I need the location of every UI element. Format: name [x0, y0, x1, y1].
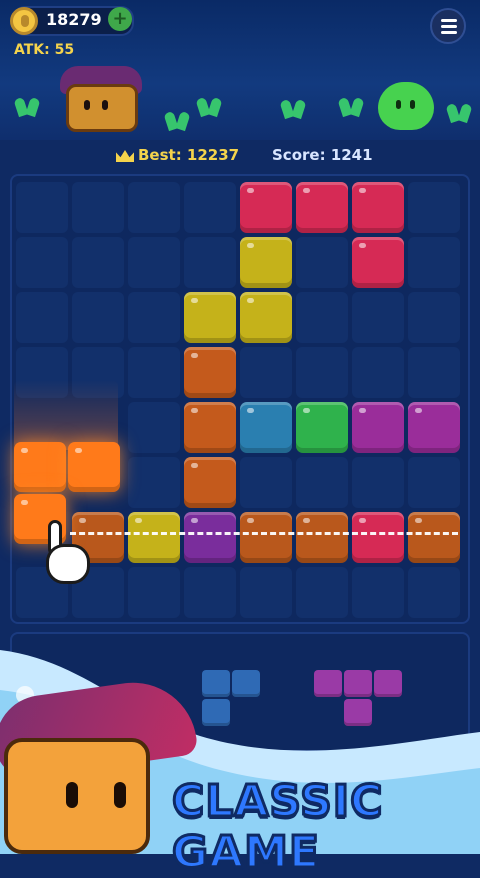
pointer-hand-icon: [38, 520, 94, 590]
block-red: [352, 182, 404, 233]
mode-title: CLASSIC GAME: [171, 775, 384, 878]
top-banner: 18279 + ATK: 55: [0, 0, 480, 140]
dragged-piece-block[interactable]: [68, 442, 120, 492]
current-score: Score: 1241: [272, 146, 373, 164]
block-red: [240, 182, 292, 233]
block-brown: [296, 512, 348, 563]
coin-count: 18279: [46, 10, 102, 29]
block-purple: [408, 402, 460, 453]
add-coins-button[interactable]: +: [108, 7, 132, 31]
grass-icon: [16, 98, 40, 116]
block-yellow: [128, 512, 180, 563]
attack-stat: ATK: 55: [14, 42, 75, 58]
dragged-piece-block[interactable]: [14, 442, 66, 492]
block-red: [296, 182, 348, 233]
player-character: [60, 66, 144, 132]
line-clear-indicator: [70, 532, 458, 535]
block-purple: [352, 402, 404, 453]
block-brown: [240, 512, 292, 563]
block-orange: [184, 347, 236, 398]
block-yellow: [240, 292, 292, 343]
mascot-character: [0, 674, 199, 854]
grass-icon: [166, 112, 190, 130]
block-orange: [184, 457, 236, 508]
block-yellow: [184, 292, 236, 343]
score-bar: Best: 12237 Score: 1241: [0, 142, 480, 170]
block-teal: [240, 402, 292, 453]
block-brown: [408, 512, 460, 563]
grass-icon: [282, 100, 306, 118]
block-red: [352, 512, 404, 563]
coin-icon: [10, 7, 38, 35]
best-score: Best: 12237: [138, 146, 240, 164]
block-yellow: [240, 237, 292, 288]
grass-icon: [340, 98, 364, 116]
block-orange: [184, 402, 236, 453]
slime-enemy: [378, 82, 434, 130]
hamburger-menu-icon[interactable]: [430, 8, 466, 44]
grass-icon: [448, 104, 472, 122]
block-red: [352, 237, 404, 288]
grass-icon: [198, 98, 222, 116]
block-green: [296, 402, 348, 453]
block-violet: [184, 512, 236, 563]
drag-trail: [14, 380, 118, 450]
